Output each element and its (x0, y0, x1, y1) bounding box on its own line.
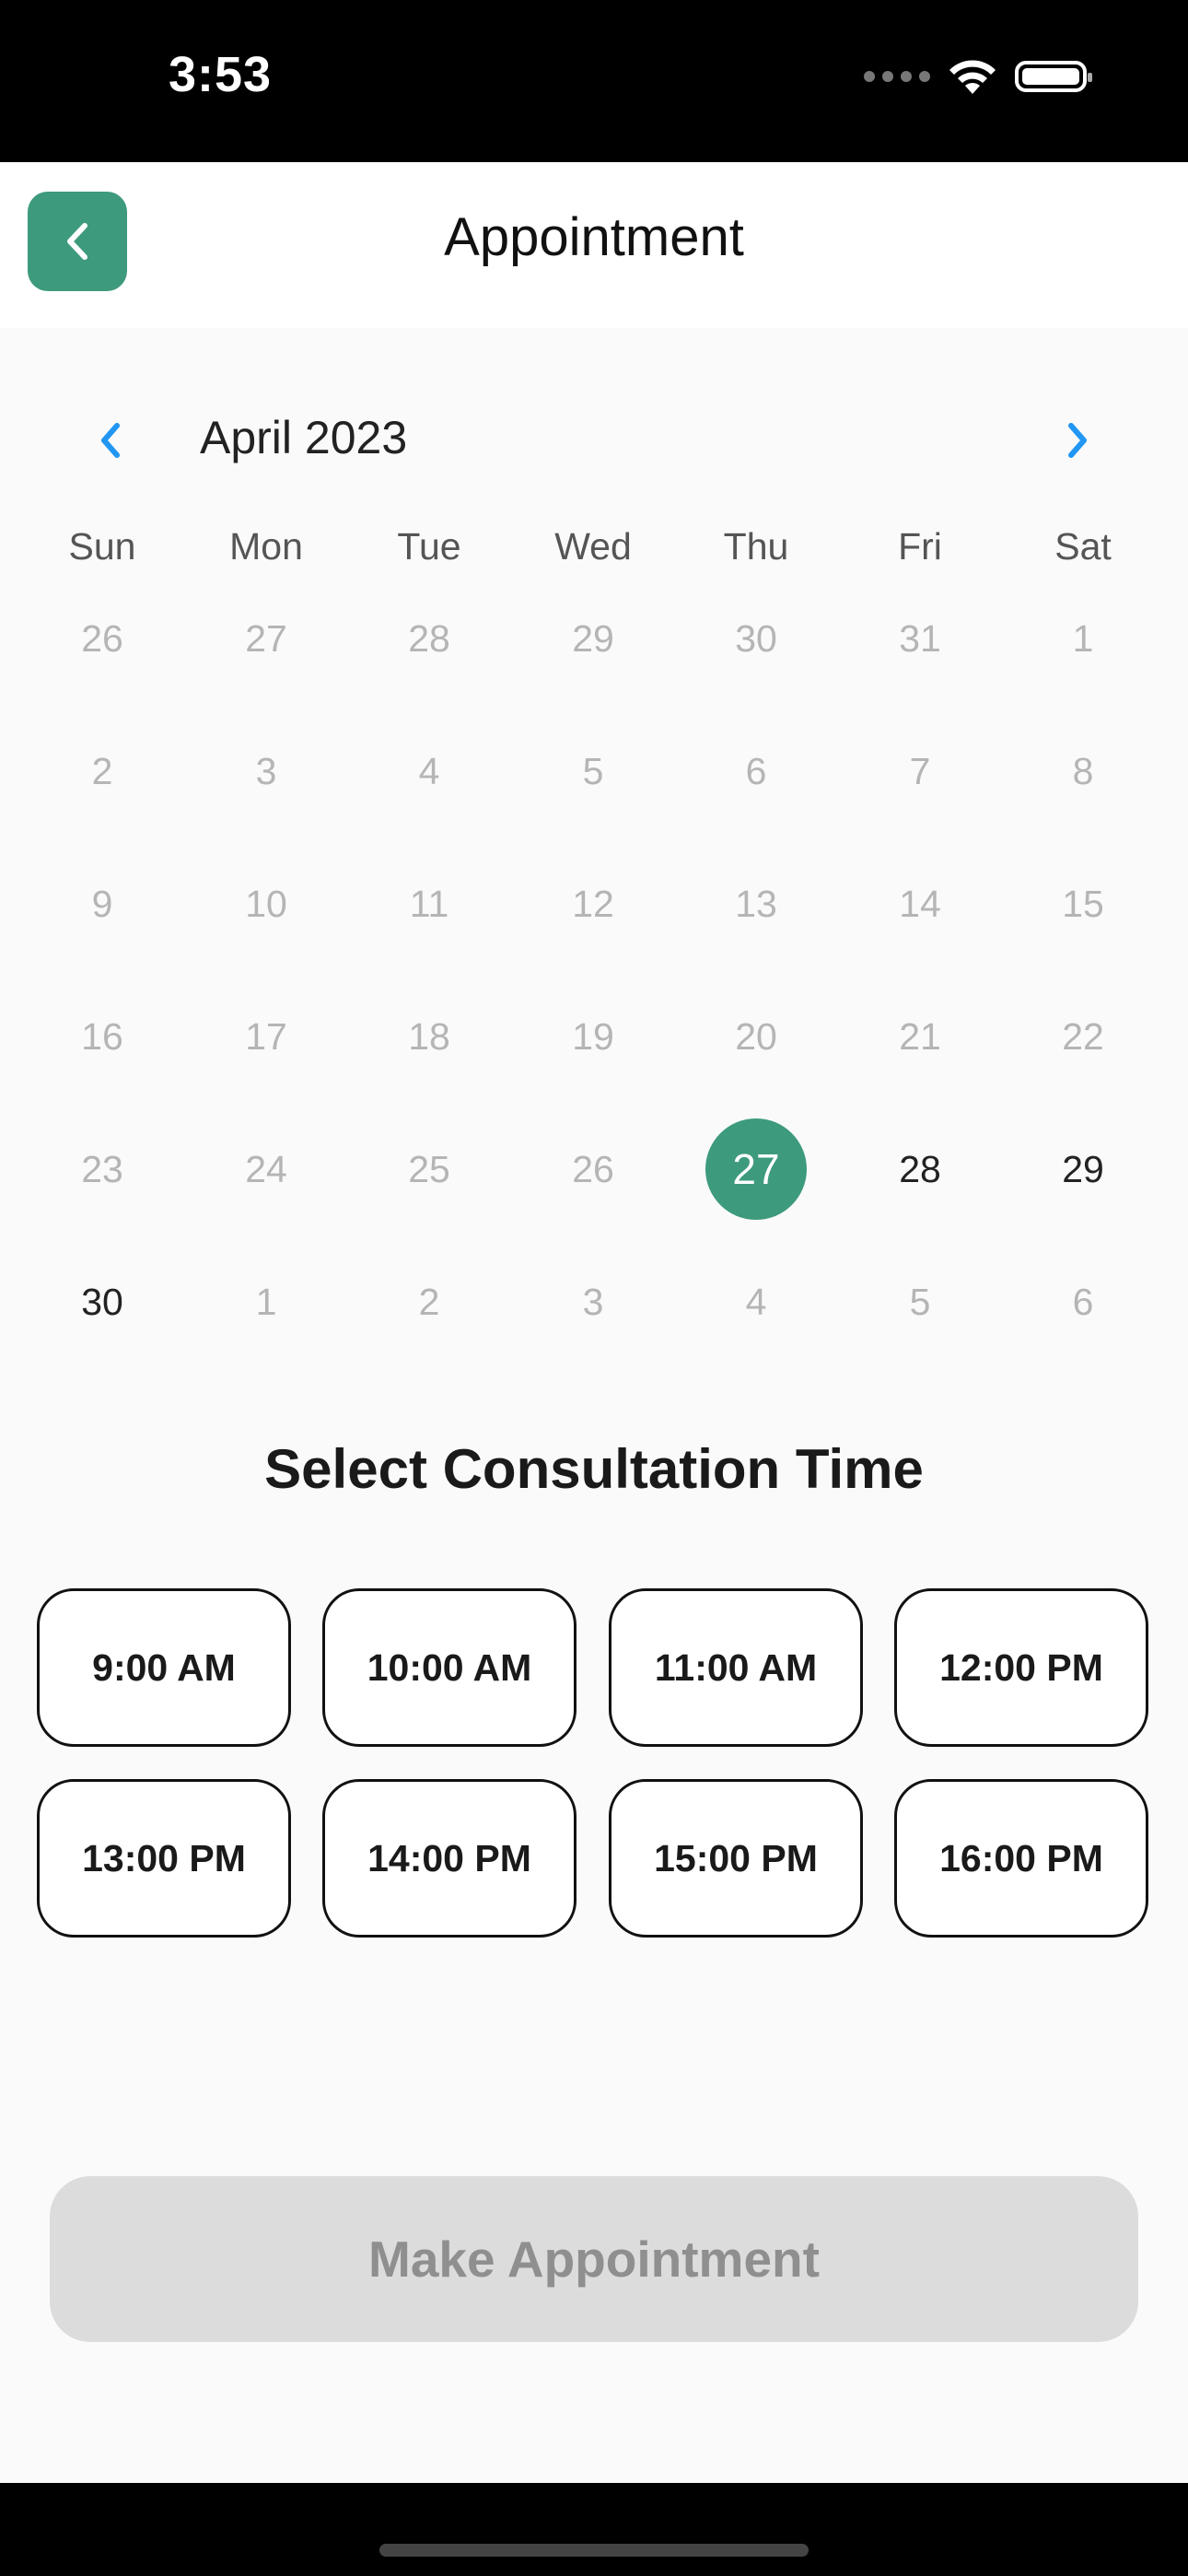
time-slot-button[interactable]: 16:00 PM (894, 1779, 1148, 1938)
calendar-day: 30 (735, 616, 777, 660)
calendar-day[interactable]: 29 (1032, 1118, 1134, 1220)
status-time: 3:53 (169, 47, 273, 102)
calendar-day: 17 (245, 1014, 287, 1058)
next-month-button[interactable] (1050, 413, 1105, 468)
time-slot-button[interactable]: 13:00 PM (37, 1779, 291, 1938)
calendar-day: 3 (255, 749, 277, 792)
weekday-label: Fri (898, 525, 942, 568)
calendar-day: 23 (81, 1147, 123, 1190)
calendar-day: 5 (582, 749, 604, 792)
calendar-day: 15 (1062, 882, 1104, 925)
calendar-day-selected[interactable]: 27 (705, 1118, 807, 1220)
weekday-label: Wed (554, 525, 632, 568)
chevron-right-icon (1068, 423, 1087, 458)
calendar-day: 7 (909, 749, 931, 792)
cellular-signal-icon (864, 71, 930, 82)
time-slot-button[interactable]: 12:00 PM (894, 1588, 1148, 1747)
home-bar (0, 2483, 1188, 2576)
weekday-row: Sun Mon Tue Wed Thu Fri Sat (0, 525, 1188, 580)
calendar-day[interactable]: 30 (52, 1251, 153, 1352)
calendar-day: 29 (572, 616, 614, 660)
calendar-day: 4 (745, 1280, 767, 1323)
calendar-day: 24 (245, 1147, 287, 1190)
time-slot-button[interactable]: 14:00 PM (322, 1779, 577, 1938)
time-slot-button[interactable]: 11:00 AM (609, 1588, 863, 1747)
battery-icon (1015, 61, 1092, 92)
calendar-day[interactable]: 28 (869, 1118, 971, 1220)
calendar-day: 6 (1072, 1280, 1094, 1323)
calendar-day: 21 (899, 1014, 941, 1058)
calendar-day: 6 (745, 749, 767, 792)
wifi-icon (949, 60, 996, 94)
calendar-day: 10 (245, 882, 287, 925)
calendar-day: 19 (572, 1014, 614, 1058)
time-slot-button[interactable]: 10:00 AM (322, 1588, 577, 1747)
home-indicator (379, 2544, 809, 2557)
calendar-day: 20 (735, 1014, 777, 1058)
calendar-day: 18 (408, 1014, 450, 1058)
time-slot-button[interactable]: 15:00 PM (609, 1779, 863, 1938)
calendar-day: 1 (255, 1280, 277, 1323)
calendar-day: 31 (899, 616, 941, 660)
calendar-day: 2 (418, 1280, 440, 1323)
calendar-day: 1 (1072, 616, 1094, 660)
status-bar: 3:53 (0, 0, 1188, 162)
calendar-day: 14 (899, 882, 941, 925)
calendar-day: 16 (81, 1014, 123, 1058)
calendar-day: 3 (582, 1280, 604, 1323)
calendar-day: 13 (735, 882, 777, 925)
calendar-day: 11 (409, 882, 449, 925)
section-title: Select Consultation Time (264, 1438, 924, 1500)
weekday-label: Tue (397, 525, 461, 568)
calendar-day: 5 (909, 1280, 931, 1323)
calendar-day: 4 (418, 749, 440, 792)
make-appointment-button[interactable]: Make Appointment (50, 2176, 1138, 2342)
status-icons (864, 57, 1092, 96)
calendar-day: 12 (572, 882, 614, 925)
weekday-label: Thu (723, 525, 789, 568)
weekday-label: Mon (229, 525, 303, 568)
calendar-day: 9 (91, 882, 113, 925)
calendar-header: April 2023 (0, 396, 1188, 479)
calendar-day: 26 (81, 616, 123, 660)
app-header: Appointment (0, 162, 1188, 328)
previous-month-button[interactable] (83, 413, 138, 468)
calendar-day: 26 (572, 1147, 614, 1190)
page-title: Appointment (444, 207, 744, 267)
calendar-day: 25 (408, 1147, 450, 1190)
weekday-label: Sun (68, 525, 136, 568)
calendar-day: 2 (91, 749, 113, 792)
calendar-day: 22 (1062, 1014, 1104, 1058)
calendar-day: 28 (408, 616, 450, 660)
time-slot-button[interactable]: 9:00 AM (37, 1588, 291, 1747)
calendar-day: 8 (1072, 749, 1094, 792)
calendar-day: 27 (245, 616, 287, 660)
month-label: April 2023 (200, 412, 408, 463)
weekday-label: Sat (1054, 525, 1112, 568)
chevron-left-icon (101, 423, 120, 458)
